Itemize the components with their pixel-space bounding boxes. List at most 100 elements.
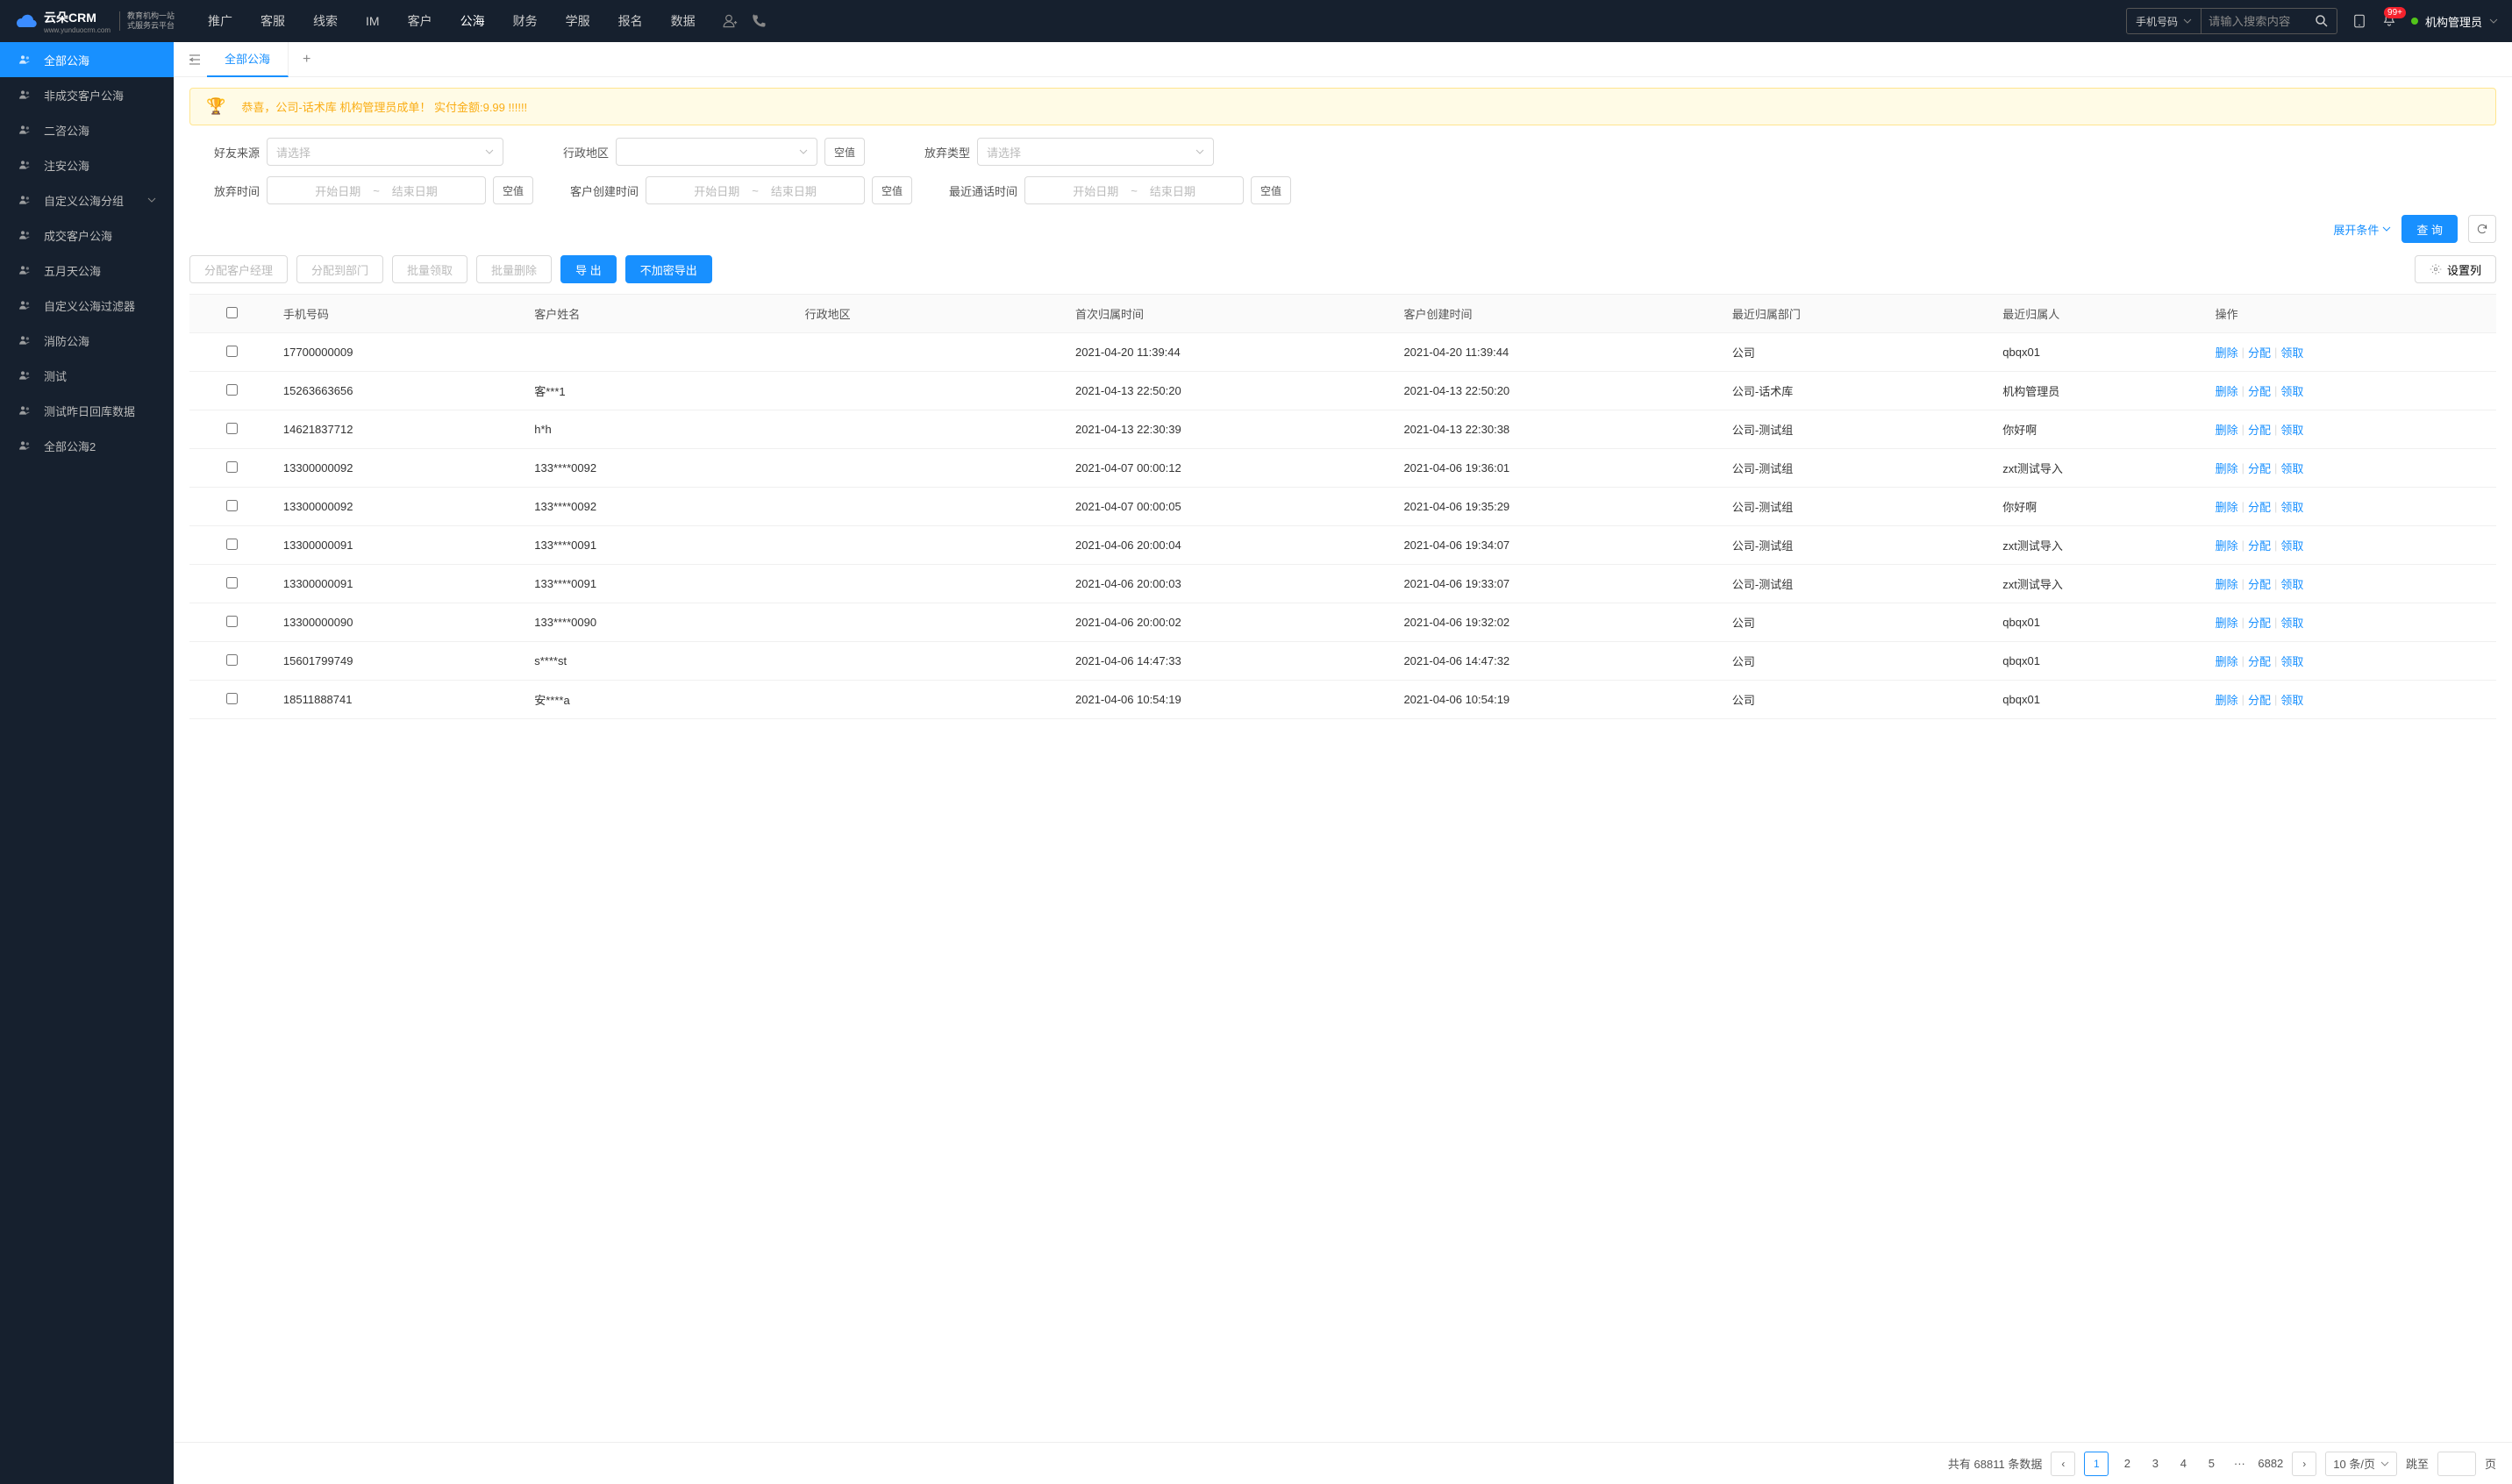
row-receive-link[interactable]: 领取 xyxy=(2280,614,2303,631)
filter-create-time-null[interactable]: 空值 xyxy=(872,176,912,204)
sidebar-item-8[interactable]: 消防公海 xyxy=(0,323,174,358)
row-receive-link[interactable]: 领取 xyxy=(2280,421,2303,438)
tablet-icon[interactable] xyxy=(2351,13,2367,29)
export-plain-button[interactable]: 不加密导出 xyxy=(625,255,712,283)
sidebar-item-11[interactable]: 全部公海2 xyxy=(0,428,174,463)
row-receive-link[interactable]: 领取 xyxy=(2280,691,2303,708)
sidebar-item-1[interactable]: 非成交客户公海 xyxy=(0,77,174,112)
row-checkbox[interactable] xyxy=(226,539,238,550)
select-all-checkbox[interactable] xyxy=(226,307,238,318)
row-assign-link[interactable]: 分配 xyxy=(2248,344,2271,360)
expand-filters-link[interactable]: 展开条件 xyxy=(2333,221,2391,238)
row-assign-link[interactable]: 分配 xyxy=(2248,653,2271,669)
row-assign-link[interactable]: 分配 xyxy=(2248,537,2271,553)
row-receive-link[interactable]: 领取 xyxy=(2280,344,2303,360)
row-assign-link[interactable]: 分配 xyxy=(2248,498,2271,515)
query-button[interactable]: 查 询 xyxy=(2401,215,2458,243)
nav-item-9[interactable]: 数据 xyxy=(659,0,708,42)
nav-item-3[interactable]: IM xyxy=(353,0,392,42)
batch-receive-button[interactable]: 批量领取 xyxy=(392,255,467,283)
row-receive-link[interactable]: 领取 xyxy=(2280,460,2303,476)
sidebar-item-6[interactable]: 五月天公海 xyxy=(0,253,174,288)
row-assign-link[interactable]: 分配 xyxy=(2248,421,2271,438)
row-receive-link[interactable]: 领取 xyxy=(2280,537,2303,553)
sidebar-item-5[interactable]: 成交客户公海 xyxy=(0,218,174,253)
sidebar-item-2[interactable]: 二咨公海 xyxy=(0,112,174,147)
row-delete-link[interactable]: 删除 xyxy=(2216,614,2238,631)
row-delete-link[interactable]: 删除 xyxy=(2216,691,2238,708)
row-assign-link[interactable]: 分配 xyxy=(2248,382,2271,399)
filter-last-call-null[interactable]: 空值 xyxy=(1251,176,1291,204)
row-delete-link[interactable]: 删除 xyxy=(2216,421,2238,438)
row-checkbox[interactable] xyxy=(226,346,238,357)
row-delete-link[interactable]: 删除 xyxy=(2216,460,2238,476)
reset-button[interactable] xyxy=(2468,215,2496,243)
sidebar-item-10[interactable]: 测试昨日回库数据 xyxy=(0,393,174,428)
nav-item-1[interactable]: 客服 xyxy=(248,0,297,42)
assign-dept-button[interactable]: 分配到部门 xyxy=(296,255,383,283)
row-assign-link[interactable]: 分配 xyxy=(2248,575,2271,592)
row-receive-link[interactable]: 领取 xyxy=(2280,382,2303,399)
page-size-select[interactable]: 10 条/页 xyxy=(2325,1452,2397,1476)
nav-item-5[interactable]: 公海 xyxy=(448,0,497,42)
logo[interactable]: 云朵CRM www.yunduocrm.com 教育机构一站 式服务云平台 xyxy=(14,9,175,34)
search-type-select[interactable]: 手机号码 xyxy=(2127,9,2202,33)
sidebar-item-3[interactable]: 注安公海 xyxy=(0,147,174,182)
row-checkbox[interactable] xyxy=(226,577,238,589)
batch-delete-button[interactable]: 批量删除 xyxy=(476,255,552,283)
sidebar-item-9[interactable]: 测试 xyxy=(0,358,174,393)
set-columns-button[interactable]: 设置列 xyxy=(2415,255,2496,283)
row-checkbox[interactable] xyxy=(226,616,238,627)
sidebar-item-0[interactable]: 全部公海 xyxy=(0,42,174,77)
row-checkbox[interactable] xyxy=(226,423,238,434)
row-checkbox[interactable] xyxy=(226,500,238,511)
row-assign-link[interactable]: 分配 xyxy=(2248,460,2271,476)
row-checkbox[interactable] xyxy=(226,461,238,473)
nav-item-8[interactable]: 报名 xyxy=(606,0,655,42)
nav-item-6[interactable]: 财务 xyxy=(501,0,550,42)
row-receive-link[interactable]: 领取 xyxy=(2280,653,2303,669)
tab-all-sea[interactable]: 全部公海 xyxy=(207,42,289,77)
nav-item-4[interactable]: 客户 xyxy=(396,0,445,42)
filter-abandon-type-select[interactable]: 请选择 xyxy=(977,138,1214,166)
page-5[interactable]: 5 xyxy=(2202,1457,2221,1470)
search-button[interactable] xyxy=(2307,9,2337,33)
page-last[interactable]: 6882 xyxy=(2258,1457,2283,1470)
filter-region-null[interactable]: 空值 xyxy=(824,138,865,166)
row-delete-link[interactable]: 删除 xyxy=(2216,653,2238,669)
row-delete-link[interactable]: 删除 xyxy=(2216,382,2238,399)
prev-page-button[interactable]: ‹ xyxy=(2051,1452,2075,1476)
filter-create-time-range[interactable]: 开始日期~结束日期 xyxy=(646,176,865,204)
export-button[interactable]: 导 出 xyxy=(560,255,617,283)
user-menu[interactable]: 机构管理员 xyxy=(2411,13,2498,30)
page-2[interactable]: 2 xyxy=(2117,1457,2137,1470)
assign-manager-button[interactable]: 分配客户经理 xyxy=(189,255,288,283)
jump-page-input[interactable] xyxy=(2437,1452,2476,1476)
row-assign-link[interactable]: 分配 xyxy=(2248,691,2271,708)
nav-item-7[interactable]: 学服 xyxy=(553,0,603,42)
phone-icon[interactable] xyxy=(750,12,767,30)
filter-source-select[interactable]: 请选择 xyxy=(267,138,503,166)
row-checkbox[interactable] xyxy=(226,384,238,396)
row-receive-link[interactable]: 领取 xyxy=(2280,575,2303,592)
row-checkbox[interactable] xyxy=(226,693,238,704)
notification-bell[interactable]: 99+ xyxy=(2381,12,2397,31)
row-receive-link[interactable]: 领取 xyxy=(2280,498,2303,515)
sidebar-item-4[interactable]: 自定义公海分组 xyxy=(0,182,174,218)
nav-item-0[interactable]: 推广 xyxy=(196,0,245,42)
filter-abandon-time-null[interactable]: 空值 xyxy=(493,176,533,204)
page-4[interactable]: 4 xyxy=(2173,1457,2193,1470)
row-delete-link[interactable]: 删除 xyxy=(2216,498,2238,515)
nav-item-2[interactable]: 线索 xyxy=(301,0,350,42)
filter-last-call-range[interactable]: 开始日期~结束日期 xyxy=(1024,176,1244,204)
add-user-icon[interactable] xyxy=(720,12,738,30)
search-input[interactable] xyxy=(2202,9,2307,33)
row-delete-link[interactable]: 删除 xyxy=(2216,537,2238,553)
next-page-button[interactable]: › xyxy=(2292,1452,2316,1476)
row-delete-link[interactable]: 删除 xyxy=(2216,575,2238,592)
tab-add-button[interactable]: + xyxy=(289,52,325,68)
sidebar-item-7[interactable]: 自定义公海过滤器 xyxy=(0,288,174,323)
row-checkbox[interactable] xyxy=(226,654,238,666)
filter-region-select[interactable] xyxy=(616,138,817,166)
page-ellipsis[interactable]: ··· xyxy=(2230,1457,2249,1470)
